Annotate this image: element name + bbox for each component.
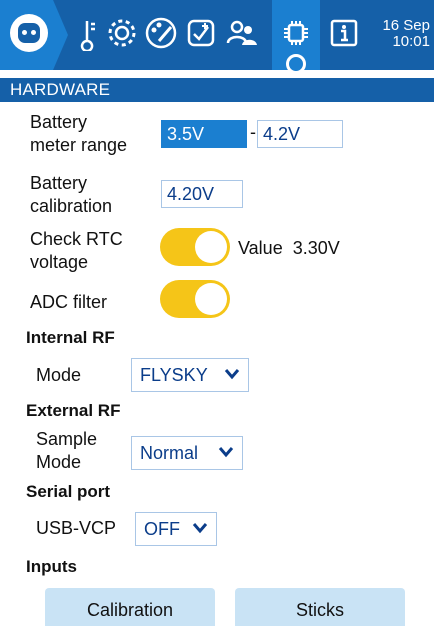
sample-mode-label-line1: Sample: [36, 429, 98, 449]
date-time: 16 Sep 10:01: [370, 18, 430, 50]
inputs-heading: Inputs: [26, 557, 77, 576]
chevron-down-icon: [224, 368, 240, 380]
chevron-down-icon: [218, 446, 234, 458]
adc-filter-label: ADC filter: [30, 292, 108, 312]
usb-vcp-select[interactable]: OFF: [135, 512, 217, 546]
battery-min-field[interactable]: 3.5V: [161, 120, 247, 148]
radio-logo-button[interactable]: [0, 0, 68, 70]
battery-meter-label: Battery meter range: [30, 111, 127, 157]
radio-logo-icon: [10, 14, 48, 52]
rtc-value: Value 3.30V: [238, 238, 340, 258]
battery-meter-label-line1: Battery: [30, 112, 88, 132]
sample-mode-select[interactable]: Normal: [131, 436, 243, 470]
time-text: 10:01: [392, 33, 430, 50]
tab-hardware[interactable]: [272, 0, 320, 74]
page-title: HARDWARE: [0, 78, 434, 102]
top-bar: 16 Sep 10:01: [0, 0, 434, 74]
internal-rf-mode-select[interactable]: FLYSKY: [131, 358, 249, 392]
rtc-label: Check RTC voltage: [30, 228, 123, 274]
active-tab-indicator: [286, 54, 306, 74]
battery-meter-label-line2: meter range: [30, 135, 128, 155]
rtc-toggle[interactable]: [160, 228, 230, 266]
usb-vcp-value: OFF: [144, 519, 180, 539]
battery-calibration-label-line1: Battery: [30, 173, 88, 193]
adc-filter-toggle[interactable]: [160, 280, 230, 318]
hardware-chip-icon: [278, 15, 314, 51]
rtc-label-line2: voltage: [30, 252, 89, 272]
date-text: 16 Sep: [382, 17, 430, 34]
internal-rf-mode-label: Mode: [36, 365, 82, 385]
chevron-down-icon: [192, 522, 208, 534]
internal-rf-mode-value: FLYSKY: [140, 365, 208, 385]
calibration-button[interactable]: Calibration: [45, 588, 215, 626]
battery-calibration-label: Battery calibration: [30, 172, 112, 218]
serial-port-heading: Serial port: [26, 482, 111, 501]
battery-calibration-label-line2: calibration: [30, 196, 113, 216]
rtc-toggle-knob: [195, 231, 227, 263]
checklist-icon[interactable]: [183, 15, 219, 51]
sticks-button[interactable]: Sticks: [235, 588, 405, 626]
theme-palette-icon[interactable]: [143, 15, 179, 51]
range-separator: -: [250, 122, 256, 142]
sample-mode-value: Normal: [140, 443, 199, 463]
users-icon[interactable]: [224, 15, 260, 51]
external-rf-heading: External RF: [26, 401, 121, 420]
adc-filter-toggle-knob: [195, 283, 227, 315]
battery-max-field[interactable]: 4.2V: [257, 120, 343, 148]
battery-calibration-field[interactable]: 4.20V: [161, 180, 243, 208]
sample-mode-label-line2: Mode: [36, 452, 82, 472]
info-icon[interactable]: [326, 15, 362, 51]
usb-vcp-label: USB-VCP: [36, 518, 117, 538]
settings-gear-icon[interactable]: [104, 15, 140, 51]
rtc-label-line1: Check RTC: [30, 229, 123, 249]
internal-rf-heading: Internal RF: [26, 328, 115, 347]
sample-mode-label: Sample Mode: [36, 428, 97, 474]
